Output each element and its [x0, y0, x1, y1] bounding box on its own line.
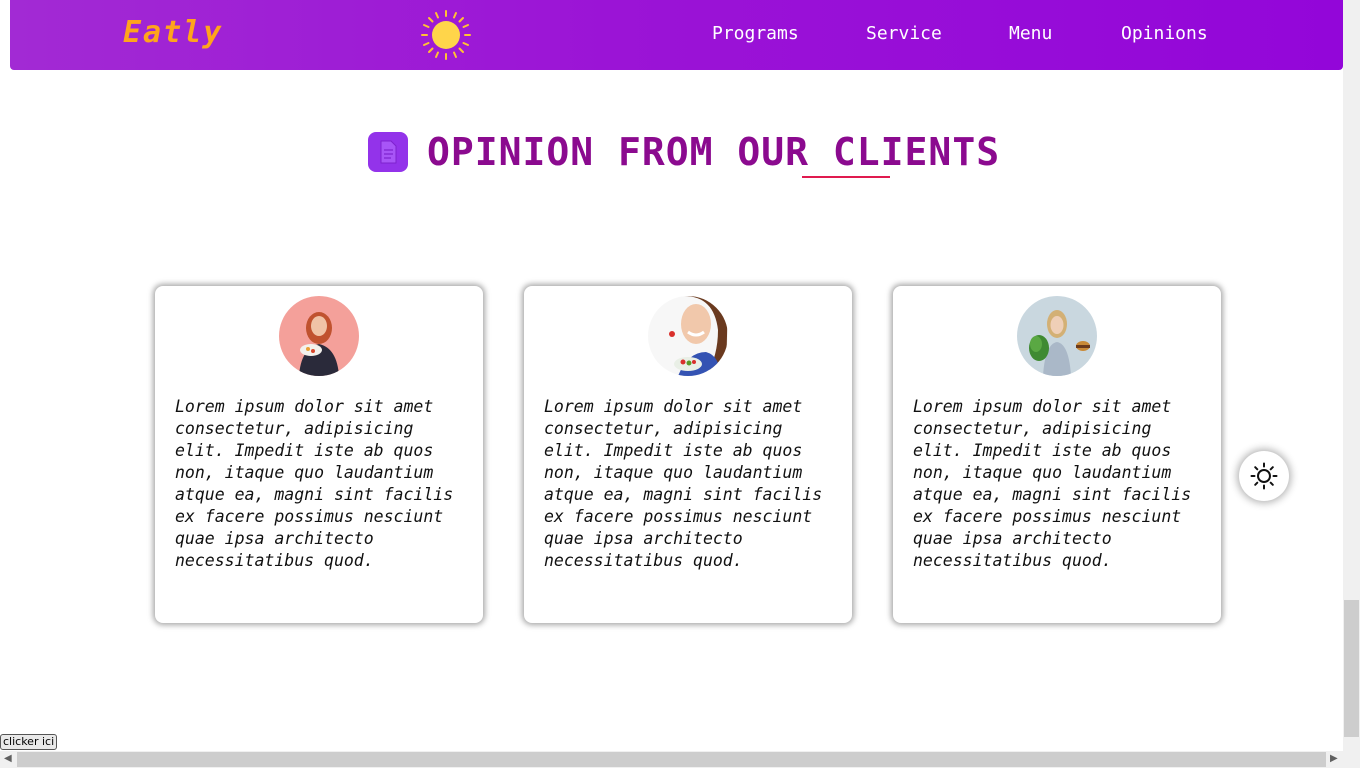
sun-outline-icon — [1250, 462, 1278, 490]
avatar — [648, 296, 728, 376]
opinion-card: Lorem ipsum dolor sit amet consectetur, … — [893, 286, 1221, 623]
opinion-card: Lorem ipsum dolor sit amet consectetur, … — [155, 286, 483, 623]
theme-toggle-button[interactable] — [1239, 451, 1289, 501]
nav-link-service[interactable]: Service — [866, 23, 942, 44]
scroll-left-icon[interactable]: ◀ — [4, 753, 12, 764]
nav-link-opinions[interactable]: Opinions — [1121, 23, 1208, 44]
page-title: OPINION FROM OUR CLIENTS — [427, 130, 1001, 174]
nav-link-programs[interactable]: Programs — [712, 23, 799, 44]
document-icon — [368, 132, 408, 172]
opinion-text: Lorem ipsum dolor sit amet consectetur, … — [544, 397, 823, 570]
horizontal-scrollbar[interactable]: ◀ ▶ — [0, 751, 1360, 768]
scroll-right-icon[interactable]: ▶ — [1330, 753, 1338, 764]
opinion-card: Lorem ipsum dolor sit amet consectetur, … — [524, 286, 852, 623]
opinion-text: Lorem ipsum dolor sit amet consectetur, … — [913, 397, 1192, 570]
opinion-text: Lorem ipsum dolor sit amet consectetur, … — [175, 397, 454, 570]
nav-link-menu[interactable]: Menu — [1009, 23, 1052, 44]
horizontal-scrollbar-thumb[interactable] — [17, 752, 1326, 767]
avatar — [1017, 296, 1097, 376]
vertical-scrollbar-thumb[interactable] — [1344, 600, 1359, 737]
navbar: Eatly Programs Service Menu Opinions — [10, 0, 1343, 70]
avatar — [279, 296, 359, 376]
title-underline — [802, 176, 890, 178]
vertical-scrollbar[interactable] — [1343, 0, 1360, 751]
nav-links: Programs Service Menu Opinions — [10, 0, 1343, 70]
clicker-button[interactable]: clicker ici — [0, 734, 58, 750]
section-heading: OPINION FROM OUR CLIENTS — [0, 130, 1343, 190]
